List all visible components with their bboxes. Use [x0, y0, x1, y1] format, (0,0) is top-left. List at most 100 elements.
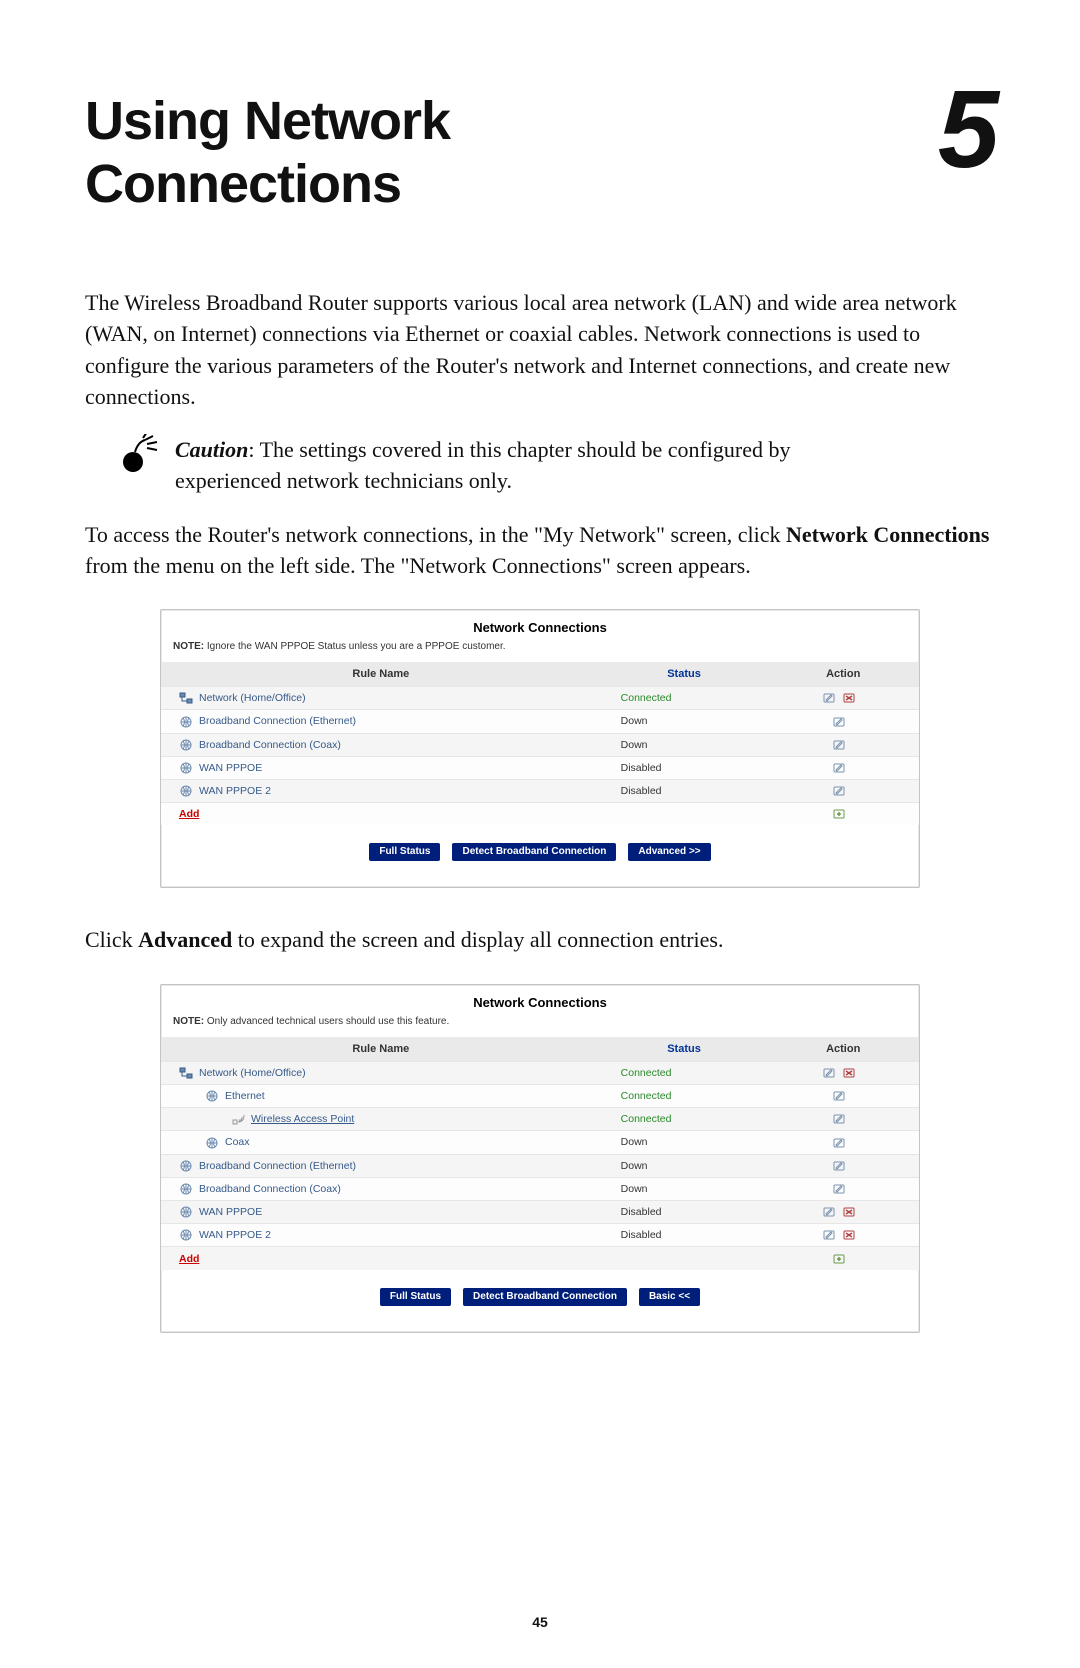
- edit-icon[interactable]: [823, 1067, 837, 1079]
- status-cell: Down: [601, 1177, 768, 1200]
- connection-type-icon: [179, 716, 193, 728]
- connection-link[interactable]: Broadband Connection (Coax): [199, 1183, 341, 1195]
- col-rule-adv: Rule Name: [161, 1037, 601, 1062]
- mid-text-bold: Advanced: [138, 927, 232, 952]
- table-row: WAN PPPOE Disabled: [161, 756, 919, 779]
- panel-note-adv: NOTE: Only advanced technical users shou…: [161, 1016, 919, 1037]
- connection-type-icon: [179, 1206, 193, 1218]
- add-icon[interactable]: [833, 1253, 847, 1265]
- panel-note-text-adv: Only advanced technical users should use…: [204, 1016, 449, 1027]
- table-row: Broadband Connection (Coax) Down: [161, 1177, 919, 1200]
- add-link[interactable]: Add: [179, 1253, 199, 1265]
- connection-type-icon: [179, 1229, 193, 1241]
- table-row: Broadband Connection (Ethernet)Down: [161, 710, 919, 733]
- table-row: Network (Home/Office) Connected: [161, 687, 919, 710]
- panel-button[interactable]: Advanced >>: [628, 843, 710, 861]
- access-text-bold: Network Connections: [786, 522, 990, 547]
- connection-link[interactable]: Broadband Connection (Ethernet): [199, 715, 356, 727]
- action-cell: [767, 1200, 919, 1223]
- button-row-basic: Full Status Detect Broadband Connection Ad…: [161, 843, 919, 861]
- connection-type-icon: [205, 1137, 219, 1149]
- edit-icon[interactable]: [833, 1113, 847, 1125]
- add-link[interactable]: Add: [179, 808, 199, 820]
- action-cell: [767, 1108, 919, 1131]
- connections-table-basic: Rule Name Status Action Network (Home/Of…: [161, 662, 919, 825]
- caution-block: Caution: The settings covered in this ch…: [115, 434, 875, 496]
- add-row: Add: [161, 1247, 919, 1270]
- col-action: Action: [767, 662, 919, 687]
- intro-paragraph: The Wireless Broadband Router supports v…: [85, 287, 995, 412]
- edit-icon[interactable]: [833, 785, 847, 797]
- action-cell: [767, 1061, 919, 1084]
- edit-icon[interactable]: [823, 1206, 837, 1218]
- panel-title-adv: Network Connections: [161, 985, 919, 1016]
- status-cell: Down: [601, 1131, 768, 1154]
- chapter-heading: Using Network Connections 5: [85, 90, 995, 215]
- panel-button[interactable]: Full Status: [380, 1288, 451, 1306]
- edit-icon[interactable]: [833, 762, 847, 774]
- connection-link[interactable]: Broadband Connection (Coax): [199, 739, 341, 751]
- caution-text: Caution: The settings covered in this ch…: [175, 434, 875, 496]
- action-cell: [767, 733, 919, 756]
- chapter-title-line1: Using Network: [85, 91, 450, 151]
- table-row: Coax Down: [161, 1131, 919, 1154]
- chapter-title-line2: Connections: [85, 154, 401, 214]
- connection-link[interactable]: Coax: [225, 1136, 250, 1148]
- page-number: 45: [0, 1614, 1080, 1630]
- connection-link[interactable]: WAN PPPOE 2: [199, 785, 271, 797]
- table-row: Wireless Access Point Connected: [161, 1108, 919, 1131]
- panel-note-text-basic: Ignore the WAN PPPOE Status unless you a…: [204, 641, 505, 652]
- status-cell: Down: [601, 1154, 768, 1177]
- edit-icon[interactable]: [833, 1090, 847, 1102]
- action-cell: [767, 1084, 919, 1107]
- connection-type-icon: [205, 1090, 219, 1102]
- connection-link[interactable]: WAN PPPOE: [199, 1206, 262, 1218]
- chapter-number: 5: [938, 80, 995, 179]
- table-row: WAN PPPOE 2Disabled: [161, 780, 919, 803]
- mid-paragraph: Click Advanced to expand the screen and …: [85, 924, 995, 955]
- panel-button[interactable]: Detect Broadband Connection: [452, 843, 616, 861]
- status-cell: Down: [601, 733, 768, 756]
- col-action-adv: Action: [767, 1037, 919, 1062]
- edit-icon[interactable]: [833, 716, 847, 728]
- col-status-adv: Status: [601, 1037, 768, 1062]
- connection-link[interactable]: Ethernet: [225, 1090, 265, 1102]
- add-icon[interactable]: [833, 808, 847, 820]
- caution-body: : The settings covered in this chapter s…: [175, 437, 791, 493]
- col-status: Status: [601, 662, 768, 687]
- connection-link[interactable]: WAN PPPOE 2: [199, 1229, 271, 1241]
- status-cell: Connected: [601, 687, 768, 710]
- connection-link[interactable]: WAN PPPOE: [199, 762, 262, 774]
- delete-icon[interactable]: [843, 692, 857, 704]
- action-cell: [767, 1224, 919, 1247]
- delete-icon[interactable]: [843, 1206, 857, 1218]
- access-text-pre: To access the Router's network connectio…: [85, 522, 786, 547]
- status-cell: Connected: [601, 1108, 768, 1131]
- edit-icon[interactable]: [833, 739, 847, 751]
- connection-link[interactable]: Network (Home/Office): [199, 1067, 306, 1079]
- access-text-post: from the menu on the left side. The "Net…: [85, 553, 751, 578]
- connection-link[interactable]: Broadband Connection (Ethernet): [199, 1160, 356, 1172]
- edit-icon[interactable]: [823, 692, 837, 704]
- connection-type-icon: [179, 1160, 193, 1172]
- action-cell: [767, 687, 919, 710]
- mid-text-post: to expand the screen and display all con…: [232, 927, 723, 952]
- status-cell: Disabled: [601, 756, 768, 779]
- connection-link[interactable]: Network (Home/Office): [199, 692, 306, 704]
- table-row: Network (Home/Office) Connected: [161, 1061, 919, 1084]
- chapter-title: Using Network Connections: [85, 90, 450, 215]
- caution-label: Caution: [175, 437, 248, 462]
- connection-link[interactable]: Wireless Access Point: [251, 1113, 354, 1125]
- edit-icon[interactable]: [833, 1183, 847, 1195]
- panel-button[interactable]: Detect Broadband Connection: [463, 1288, 627, 1306]
- table-row: Broadband Connection (Coax) Down: [161, 733, 919, 756]
- panel-button[interactable]: Basic <<: [639, 1288, 700, 1306]
- delete-icon[interactable]: [843, 1067, 857, 1079]
- connection-type-icon: [179, 785, 193, 797]
- edit-icon[interactable]: [833, 1160, 847, 1172]
- status-cell: Connected: [601, 1061, 768, 1084]
- panel-button[interactable]: Full Status: [369, 843, 440, 861]
- edit-icon[interactable]: [823, 1229, 837, 1241]
- delete-icon[interactable]: [843, 1229, 857, 1241]
- edit-icon[interactable]: [833, 1137, 847, 1149]
